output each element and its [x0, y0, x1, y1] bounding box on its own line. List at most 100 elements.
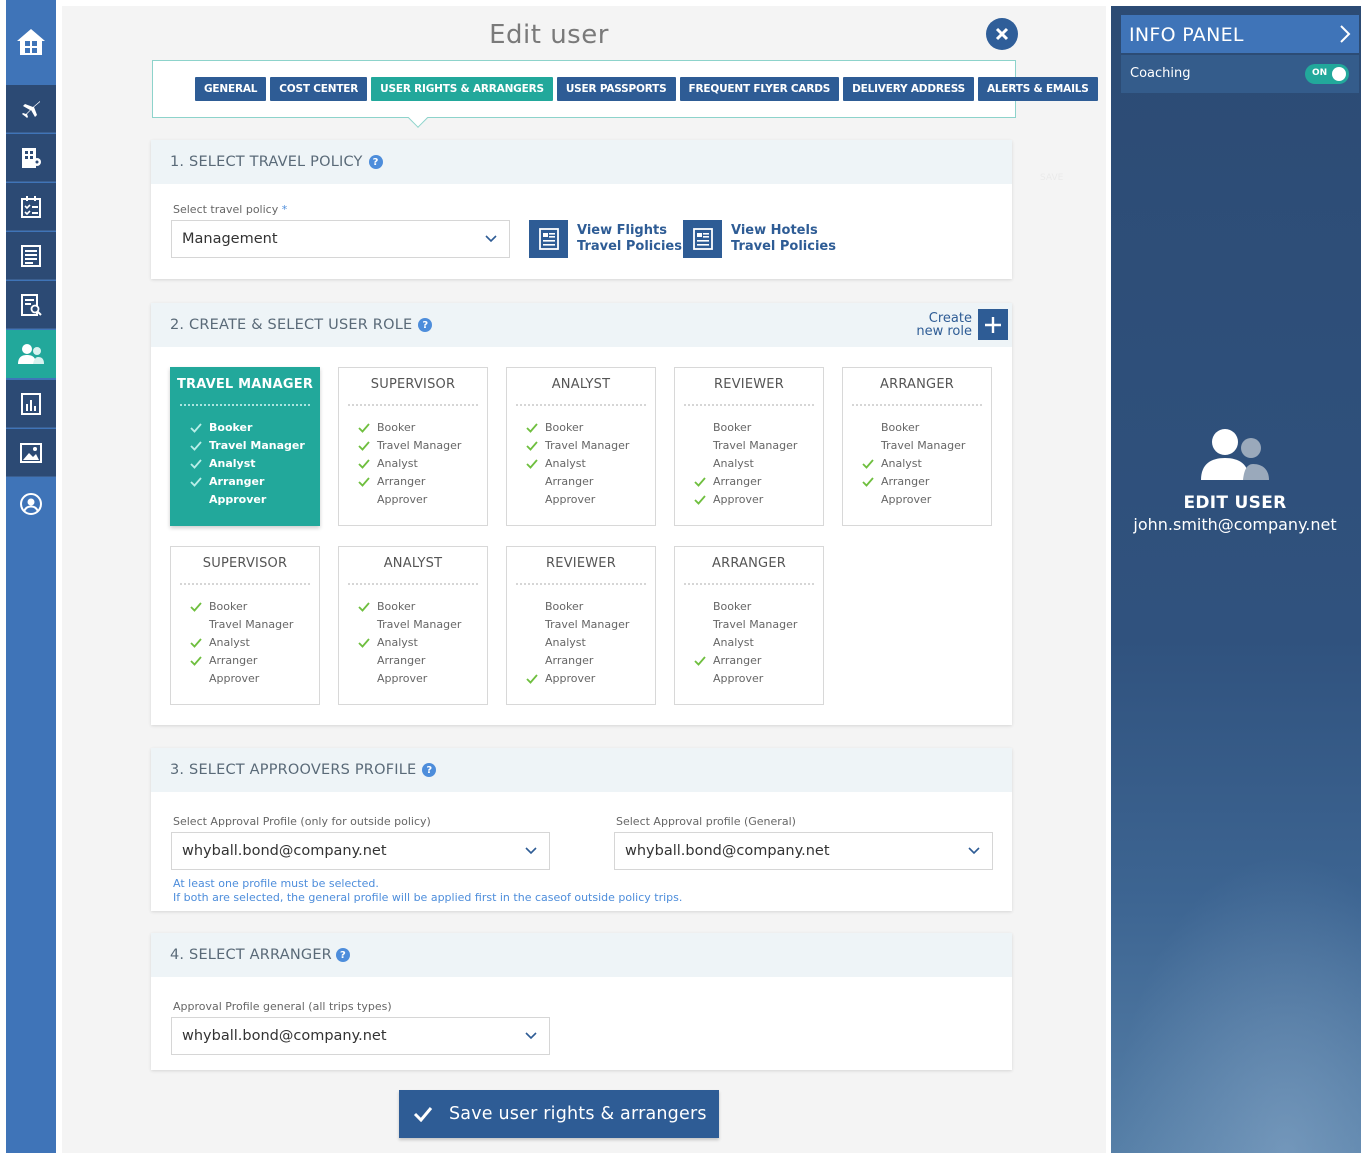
role-permission-item: Travel Manager: [545, 618, 630, 631]
role-permission-item: Approver: [675, 491, 823, 509]
approvers-profile-section: 3. SELECT APPROOVERS PROFILE ? Select Ap…: [151, 748, 1012, 911]
info-panel-title: INFO PANEL: [1129, 24, 1244, 46]
general-profile-select[interactable]: whyball.bond@company.net: [614, 832, 993, 870]
arranger-profile-select[interactable]: whyball.bond@company.net: [171, 1017, 550, 1055]
role-permission-item: Approver: [881, 493, 932, 506]
role-permission-item: Travel Manager: [713, 439, 798, 452]
role-card-reviewer[interactable]: REVIEWER Booker Travel Manager Analyst Arran…: [506, 546, 656, 705]
role-permission-item: Arranger: [339, 473, 487, 491]
close-button[interactable]: [986, 18, 1018, 50]
role-divider: [684, 404, 814, 406]
role-card-arranger[interactable]: ARRANGER Booker Travel Manager Analyst Arran…: [674, 546, 824, 705]
role-permission-item: Approver: [713, 672, 764, 685]
outside-policy-profile-select[interactable]: whyball.bond@company.net: [171, 832, 550, 870]
image-icon: [20, 442, 42, 463]
nav-hotels[interactable]: [6, 134, 56, 182]
checkmark-icon: [526, 459, 538, 469]
nav-flights[interactable]: [6, 85, 56, 133]
policy-document-icon: [683, 220, 722, 258]
hotel-icon: [22, 147, 41, 168]
ghost-save-label: SAVE: [1040, 173, 1064, 183]
policy-document-icon: [529, 220, 568, 258]
view-hotels-policies-link[interactable]: View Hotels Travel Policies: [683, 220, 836, 258]
close-icon: [995, 27, 1009, 41]
section-title: 4. SELECT ARRANGER: [170, 947, 332, 963]
role-permission-item: Arranger: [675, 652, 823, 670]
checkmark-icon: [358, 459, 370, 469]
help-icon[interactable]: ?: [418, 318, 433, 332]
nav-calendar[interactable]: [6, 183, 56, 231]
tab-general[interactable]: GENERAL: [195, 77, 267, 101]
info-panel-header[interactable]: INFO PANEL: [1121, 15, 1359, 53]
tab-user-rights-arrangers[interactable]: USER RIGHTS & ARRANGERS: [371, 77, 553, 101]
edit-user-icon: [1201, 429, 1269, 480]
tab-frequent-flyer-cards[interactable]: FREQUENT FLYER CARDS: [679, 77, 840, 101]
role-card-reviewer[interactable]: REVIEWER Booker Travel Manager Analyst Arran…: [674, 367, 824, 526]
role-divider: [348, 583, 478, 585]
coaching-label: Coaching: [1130, 66, 1191, 81]
checkmark-icon: [694, 656, 706, 666]
nav-gallery[interactable]: [6, 429, 56, 477]
nav-users[interactable]: [6, 330, 56, 378]
role-divider: [348, 404, 478, 406]
create-new-role-button[interactable]: Create new role: [916, 309, 1008, 340]
role-permission-item: Travel Manager: [507, 437, 655, 455]
nav-profile[interactable]: [6, 480, 56, 528]
tab-alerts-emails[interactable]: ALERTS & EMAILS: [977, 77, 1098, 101]
save-user-rights-button[interactable]: Save user rights & arrangers: [399, 1090, 719, 1138]
user-role-section: 2. CREATE & SELECT USER ROLE ? Create new…: [151, 303, 1012, 725]
travel-policy-select[interactable]: Management: [171, 220, 510, 258]
checkmark-icon: [358, 602, 370, 612]
checkmark-icon: [190, 656, 202, 666]
checkmark-icon: [190, 638, 202, 648]
role-permission-item: Arranger: [675, 473, 823, 491]
help-icon[interactable]: ?: [368, 155, 383, 169]
checkmark-icon: [526, 423, 538, 433]
role-permission-item: Travel Manager: [209, 618, 294, 631]
role-card-arranger[interactable]: ARRANGER Booker Travel Manager Analyst Arran…: [842, 367, 992, 526]
report-search-icon: [21, 293, 42, 316]
coaching-toggle[interactable]: ON: [1305, 64, 1349, 84]
role-permission-item: Approver: [377, 493, 428, 506]
checkmark-icon: [190, 602, 202, 612]
role-permission-item: Approver: [377, 672, 428, 685]
role-permission-item: Analyst: [339, 634, 487, 652]
plus-icon: [985, 316, 1001, 333]
chevron-right-icon[interactable]: [1339, 24, 1351, 44]
arranger-section: 4. SELECT ARRANGER ? Approval Profile ge…: [151, 933, 1012, 1070]
help-icon[interactable]: ?: [335, 948, 350, 962]
nav-policies[interactable]: [6, 232, 56, 280]
travel-policy-label: Select travel policy *: [173, 203, 288, 216]
nav-reports[interactable]: [6, 281, 56, 329]
main-content: Edit user GENERAL COST CENTER USER RIGHTS …: [62, 6, 1106, 1153]
tab-delivery-address[interactable]: DELIVERY ADDRESS: [843, 77, 974, 101]
role-card-analyst[interactable]: ANALYST Booker Travel Manager Analyst Arrang…: [506, 367, 656, 526]
role-card-travel-manager[interactable]: TRAVEL MANAGER Booker Travel Manager Analys…: [170, 367, 320, 526]
role-card-supervisor[interactable]: SUPERVISOR Booker Travel Manager Analyst Arr…: [338, 367, 488, 526]
role-title: REVIEWER: [546, 556, 616, 571]
view-flights-policies-link[interactable]: View Flights Travel Policies: [529, 220, 682, 258]
tab-user-passports[interactable]: USER PASSPORTS: [556, 77, 676, 101]
checkmark-icon: [358, 441, 370, 451]
section-title: 1. SELECT TRAVEL POLICY: [170, 154, 363, 170]
role-permission-item: Approver: [209, 493, 267, 506]
role-permission-item: Travel Manager: [377, 618, 462, 631]
nav-home[interactable]: [6, 0, 56, 84]
role-permission-item: Analyst: [339, 455, 487, 473]
section-header: 3. SELECT APPROOVERS PROFILE ?: [151, 748, 1012, 792]
role-permission-item: Booker: [171, 598, 319, 616]
help-icon[interactable]: ?: [422, 763, 437, 777]
checkmark-icon: [694, 495, 706, 505]
tab-cost-center[interactable]: COST CENTER: [270, 77, 368, 101]
role-card-analyst[interactable]: ANALYST Booker Travel Manager Analyst Arrang…: [338, 546, 488, 705]
role-card-supervisor[interactable]: SUPERVISOR Booker Travel Manager Analyst Arr…: [170, 546, 320, 705]
role-permission-item: Booker: [339, 598, 487, 616]
role-permission-item: Analyst: [545, 636, 586, 649]
role-title: SUPERVISOR: [370, 377, 456, 392]
airplane-icon: [22, 100, 40, 118]
checkmark-icon: [358, 638, 370, 648]
checkmark-icon: [190, 477, 202, 487]
outside-policy-profile-label: Select Approval Profile (only for outsid…: [173, 815, 431, 828]
nav-analytics[interactable]: [6, 380, 56, 428]
role-permission-item: Approver: [507, 670, 655, 688]
